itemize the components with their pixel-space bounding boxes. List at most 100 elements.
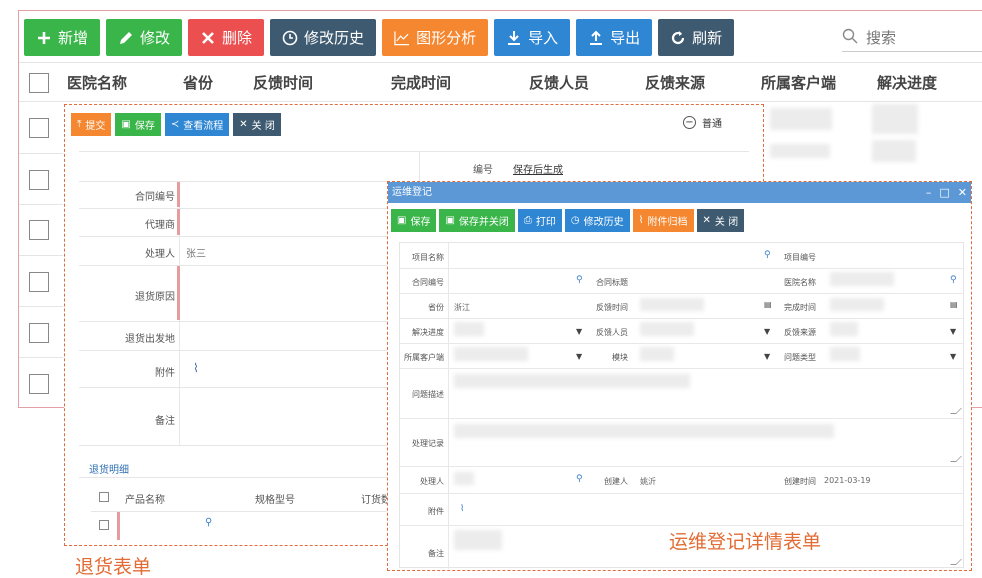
chart-icon xyxy=(394,30,410,46)
province-value[interactable]: 浙江 xyxy=(454,302,470,313)
chevron-down-icon[interactable]: ▼ xyxy=(950,327,956,336)
required-marker xyxy=(117,512,120,540)
column-feedback-time[interactable]: 反馈时间 xyxy=(253,63,313,103)
complete-time-label: 完成时间 xyxy=(784,303,816,312)
form-divider xyxy=(400,343,963,344)
return-form-toolbar: ⤒ 提交 ▣ 保存 ≺ 查看流程 ✕ 关 闭 xyxy=(71,113,281,136)
column-progress[interactable]: 解决进度 xyxy=(877,63,937,103)
row-checkbox[interactable] xyxy=(29,220,49,240)
contract-label: 合同编号 xyxy=(135,192,175,203)
row-checkbox[interactable] xyxy=(29,170,49,190)
chevron-down-icon[interactable]: ▼ xyxy=(576,327,582,336)
column-feedback-person[interactable]: 反馈人员 xyxy=(529,63,589,103)
export-button-label: 导出 xyxy=(610,29,641,47)
search-icon[interactable]: ⚲ xyxy=(205,517,212,528)
blurred-cell xyxy=(770,108,832,130)
search-icon[interactable]: ⚲ xyxy=(576,275,583,285)
form-divider xyxy=(400,466,963,467)
import-icon xyxy=(506,30,522,46)
column-province[interactable]: 省份 xyxy=(183,63,213,103)
calendar-icon[interactable]: ▤ xyxy=(950,300,958,309)
submit-button[interactable]: ⤒ 提交 xyxy=(71,113,112,136)
search-icon[interactable]: ⚲ xyxy=(764,250,771,260)
close-button[interactable]: ✕ 关 闭 xyxy=(233,113,281,136)
chart-analysis-button[interactable]: 图形分析 xyxy=(382,19,489,56)
row-checkbox[interactable] xyxy=(29,374,49,394)
calendar-icon[interactable]: ▤ xyxy=(764,300,772,309)
required-marker xyxy=(177,182,180,207)
blurred-value xyxy=(454,472,474,485)
row-checkbox[interactable] xyxy=(29,323,49,343)
detail-row-checkbox[interactable] xyxy=(99,520,109,530)
archive-button-label: 附件归档 xyxy=(647,217,688,228)
contract-title-label: 合同标题 xyxy=(596,278,628,287)
save-button[interactable]: ▣ 保存 xyxy=(391,209,437,232)
search-box[interactable] xyxy=(842,24,982,52)
column-client[interactable]: 所属客户端 xyxy=(761,63,836,103)
view-flow-button[interactable]: ≺ 查看流程 xyxy=(164,113,230,136)
search-icon[interactable]: ⚲ xyxy=(950,275,957,285)
chevron-down-icon[interactable]: ▼ xyxy=(764,352,770,361)
add-button[interactable]: 新增 xyxy=(24,19,101,56)
paperclip-icon[interactable]: ⌇ xyxy=(460,504,464,514)
archive-button[interactable]: ⌇ 附件归档 xyxy=(632,209,694,232)
search-icon[interactable]: ⚲ xyxy=(576,474,583,484)
minus-circle-icon: − xyxy=(683,116,696,129)
column-hospital-name[interactable]: 医院名称 xyxy=(67,63,127,103)
remark-label: 备注 xyxy=(428,549,444,558)
feedback-person-label: 反馈人员 xyxy=(596,328,628,337)
refresh-icon xyxy=(670,30,686,46)
history-button[interactable]: ◷ 修改历史 xyxy=(564,209,630,232)
export-button[interactable]: 导出 xyxy=(576,19,653,56)
close-icon: ✕ xyxy=(239,118,248,130)
select-all-checkbox[interactable] xyxy=(29,73,49,93)
row-checkbox[interactable] xyxy=(29,272,49,292)
row-divider xyxy=(19,204,63,205)
save-close-button[interactable]: ▣ 保存并关闭 xyxy=(439,209,515,232)
close-button-label: 关 闭 xyxy=(714,217,739,228)
chevron-down-icon[interactable]: ▼ xyxy=(764,327,770,336)
resize-handle[interactable] xyxy=(950,408,962,414)
dialog-title-bar[interactable]: 运维登记 xyxy=(388,182,971,203)
form-divider xyxy=(79,265,389,266)
feedback-source-label: 反馈来源 xyxy=(784,328,816,337)
delete-button[interactable]: 删除 xyxy=(188,19,265,56)
blurred-cell xyxy=(872,104,918,134)
paperclip-icon[interactable]: ⌇ xyxy=(193,361,199,375)
create-time-label: 创建时间 xyxy=(784,477,816,486)
detail-select-all-checkbox[interactable] xyxy=(99,492,109,502)
plus-icon xyxy=(36,30,52,46)
attachment-label: 附件 xyxy=(155,368,175,379)
edit-button[interactable]: 修改 xyxy=(106,19,183,56)
handler-value[interactable]: 张三 xyxy=(186,245,206,260)
chart-analysis-button-label: 图形分析 xyxy=(416,29,477,47)
creator-label: 创建人 xyxy=(604,477,628,486)
dialog-toolbar: ▣ 保存 ▣ 保存并关闭 ⎙ 打印 ◷ 修改历史 ⌇ 附件归档 ✕ 关 闭 xyxy=(391,209,745,232)
minimize-icon[interactable]: – xyxy=(926,186,932,199)
maximize-icon[interactable]: □ xyxy=(939,186,949,199)
close-icon[interactable]: ✕ xyxy=(958,186,967,199)
history-button[interactable]: 修改历史 xyxy=(270,19,377,56)
return-detail-title[interactable]: 退货明细 xyxy=(89,461,129,476)
print-button[interactable]: ⎙ 打印 xyxy=(517,209,562,232)
detail-column-spec[interactable]: 规格型号 xyxy=(255,491,295,506)
search-input[interactable] xyxy=(866,28,962,47)
mode-toggle[interactable]: − 普通 xyxy=(683,115,722,130)
close-button[interactable]: ✕ 关 闭 xyxy=(696,209,745,232)
blurred-value xyxy=(830,322,858,336)
history-button-label: 修改历史 xyxy=(304,29,365,47)
resize-handle[interactable] xyxy=(950,559,962,565)
row-checkbox[interactable] xyxy=(29,118,49,138)
grid-header: 医院名称 省份 反馈时间 完成时间 反馈人员 反馈来源 所属客户端 解决进度 xyxy=(19,62,982,102)
detail-column-product[interactable]: 产品名称 xyxy=(125,491,165,506)
column-feedback-source[interactable]: 反馈来源 xyxy=(645,63,705,103)
pencil-icon xyxy=(118,30,134,46)
save-button[interactable]: ▣ 保存 xyxy=(115,113,161,136)
chevron-down-icon[interactable]: ▼ xyxy=(950,352,956,361)
chevron-down-icon[interactable]: ▼ xyxy=(576,352,582,361)
column-complete-time[interactable]: 完成时间 xyxy=(391,63,451,103)
refresh-button[interactable]: 刷新 xyxy=(658,19,735,56)
resize-handle[interactable] xyxy=(950,456,962,462)
form-divider xyxy=(79,236,389,237)
import-button[interactable]: 导入 xyxy=(494,19,571,56)
